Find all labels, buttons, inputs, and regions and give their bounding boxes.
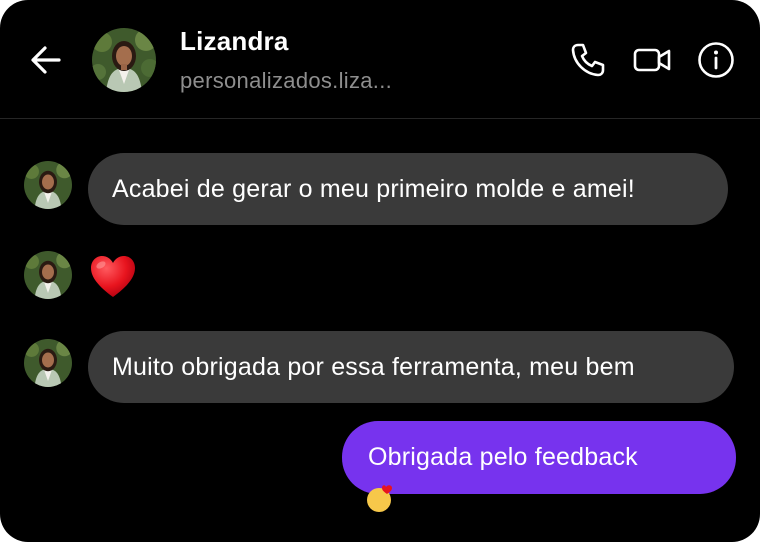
message-text: Muito obrigada por essa ferramenta, meu … bbox=[112, 352, 635, 381]
phone-icon bbox=[571, 43, 605, 77]
contact-avatar[interactable] bbox=[92, 28, 156, 92]
message-bubble-incoming[interactable]: Muito obrigada por essa ferramenta, meu … bbox=[88, 331, 734, 403]
video-call-button[interactable] bbox=[632, 40, 672, 80]
contact-username[interactable]: personalizados.liza... bbox=[180, 68, 392, 94]
avatar-image bbox=[92, 28, 156, 92]
chat-window: Lizandra personalizados.liza... Acabei d… bbox=[0, 0, 760, 542]
message-bubble-outgoing[interactable]: Obrigada pelo feedback bbox=[342, 421, 736, 494]
info-icon bbox=[698, 42, 734, 78]
message-text: Obrigada pelo feedback bbox=[368, 443, 638, 471]
sender-avatar[interactable] bbox=[24, 251, 72, 299]
arrow-left-icon bbox=[31, 46, 61, 74]
heart-emoji-message[interactable] bbox=[88, 252, 138, 302]
sender-avatar[interactable] bbox=[24, 161, 72, 209]
call-button[interactable] bbox=[568, 40, 608, 80]
video-camera-icon bbox=[633, 48, 671, 72]
heart-icon bbox=[91, 256, 135, 297]
info-button[interactable] bbox=[696, 40, 736, 80]
contact-name[interactable]: Lizandra bbox=[180, 26, 289, 57]
back-button[interactable] bbox=[26, 40, 66, 80]
chat-header: Lizandra personalizados.liza... bbox=[0, 0, 760, 119]
message-text: Acabei de gerar o meu primeiro molde e a… bbox=[112, 174, 635, 203]
avatar-image bbox=[24, 251, 72, 299]
reaction-emoji[interactable] bbox=[366, 484, 396, 514]
message-bubble-incoming[interactable]: Acabei de gerar o meu primeiro molde e a… bbox=[88, 153, 728, 225]
smiley-heart-icon bbox=[367, 485, 392, 512]
avatar-image bbox=[24, 339, 72, 387]
avatar-image bbox=[24, 161, 72, 209]
sender-avatar[interactable] bbox=[24, 339, 72, 387]
